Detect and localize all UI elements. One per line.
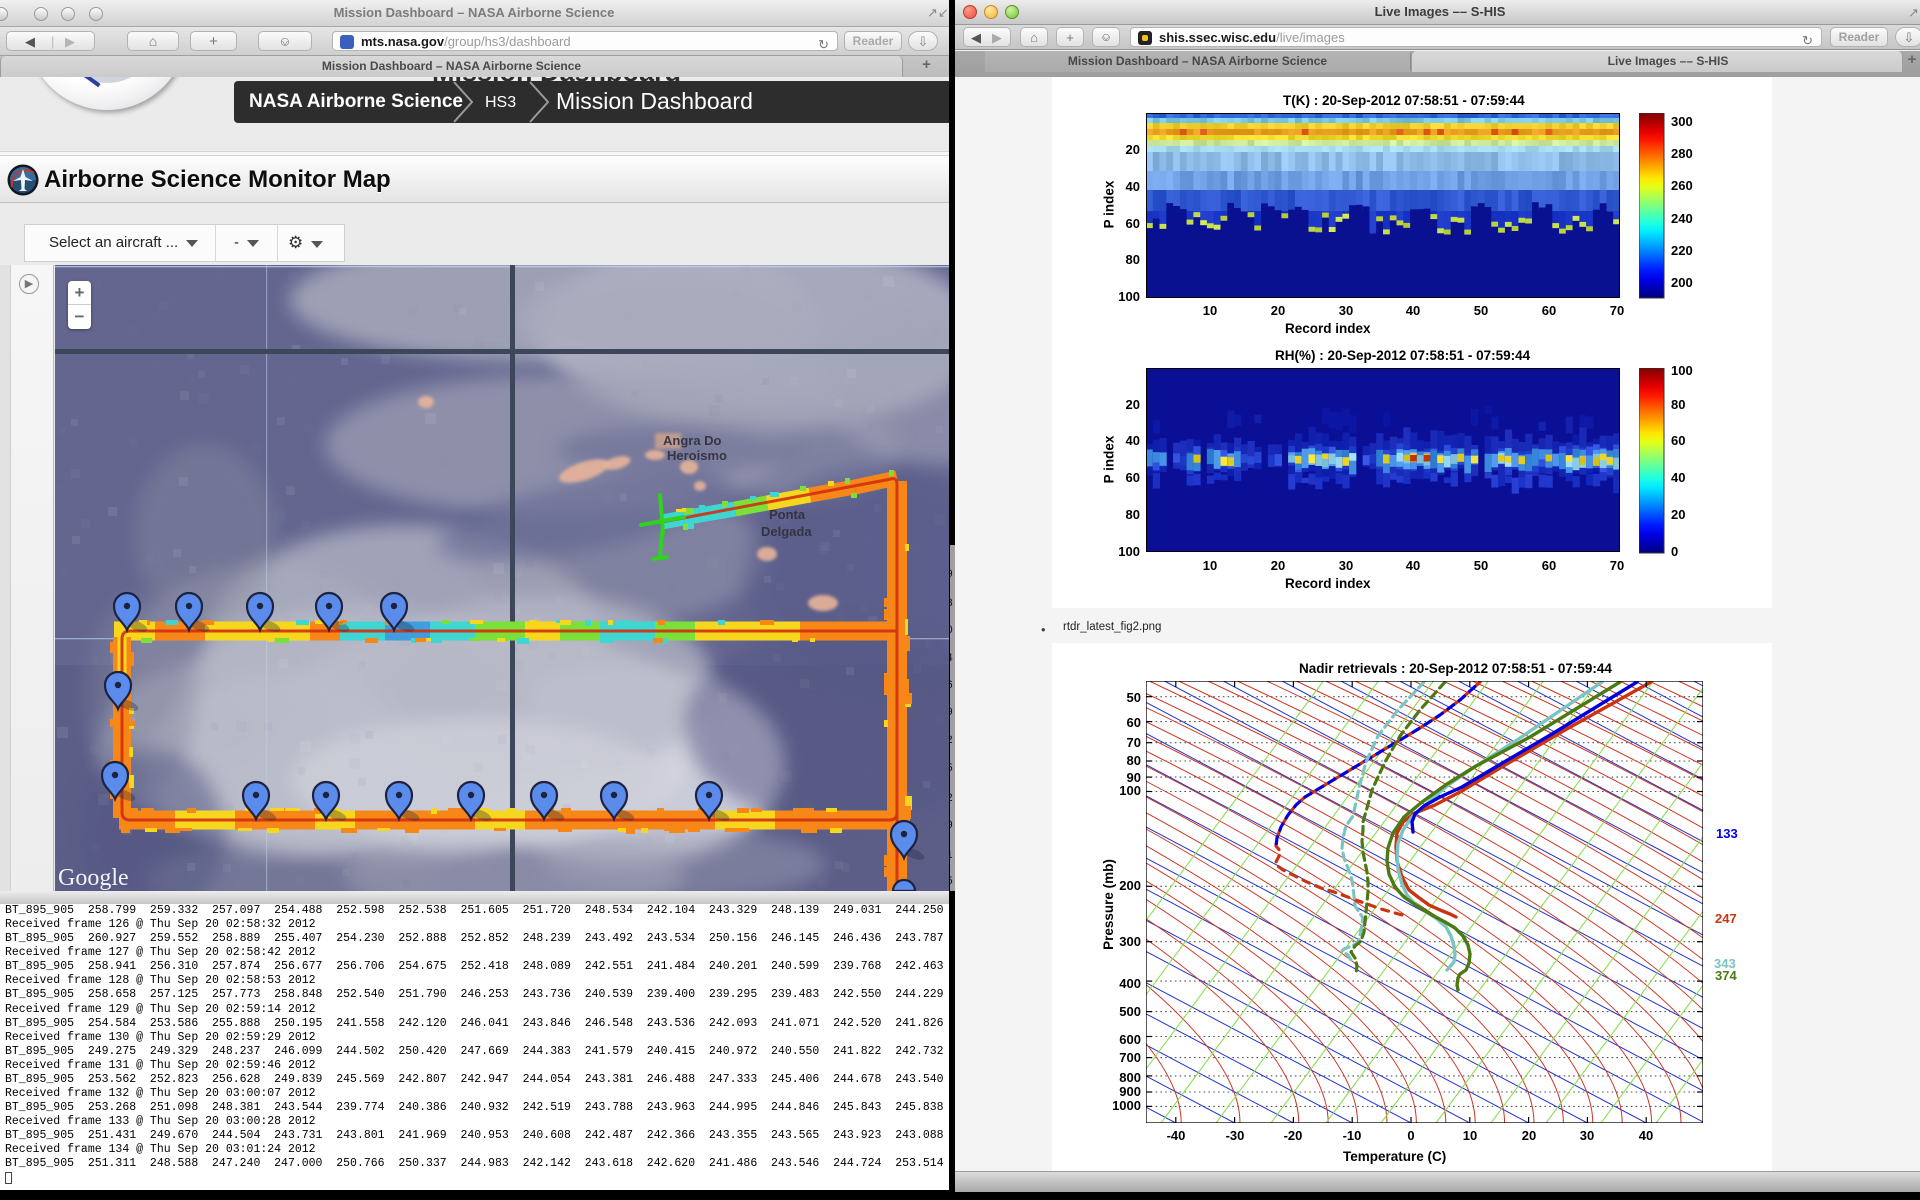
svg-text:Google: Google xyxy=(58,865,129,891)
svg-text:Ponta: Ponta xyxy=(769,507,806,522)
svg-text:Angra Do: Angra Do xyxy=(663,433,722,448)
svg-text:Delgada: Delgada xyxy=(761,524,812,539)
svg-text:Heroismo: Heroismo xyxy=(667,448,727,463)
